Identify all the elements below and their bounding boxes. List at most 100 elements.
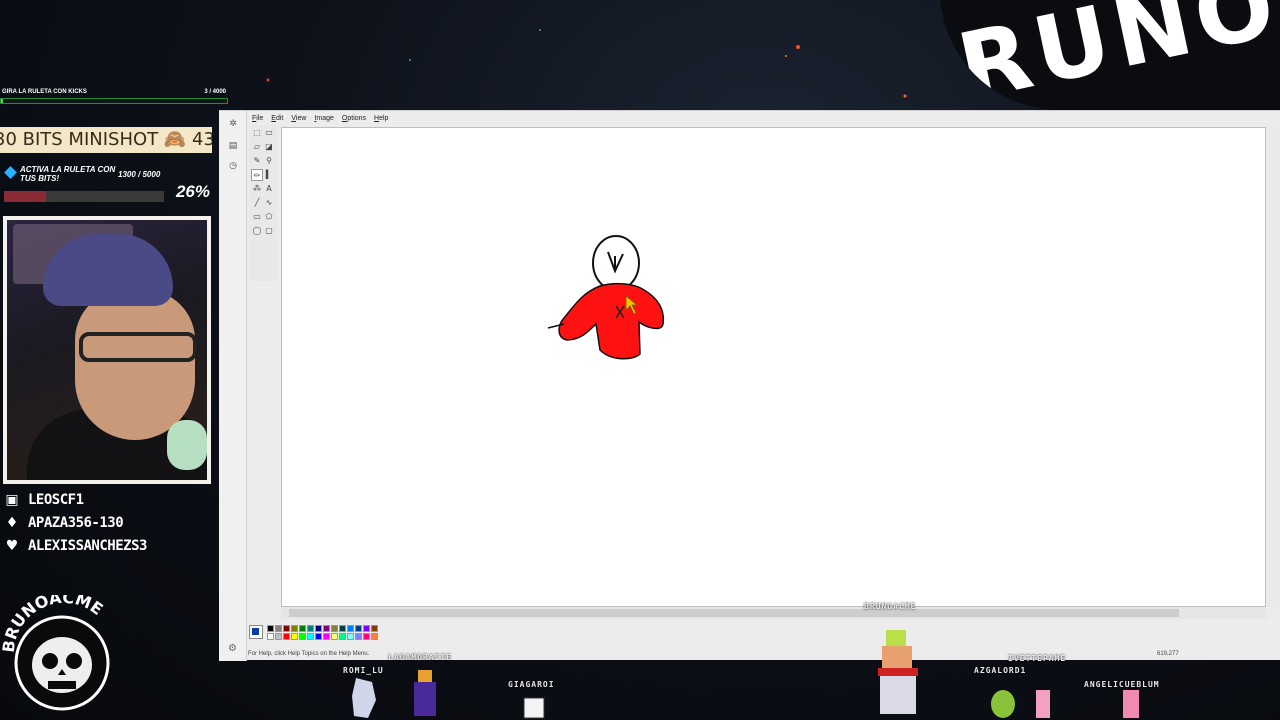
heart-icon: ♥ xyxy=(5,537,19,554)
ticker-text: 30 BITS MINISHOT 🙈 430 BITS xyxy=(0,129,212,150)
brand-banner-text: RUNO xyxy=(949,0,1280,110)
palette-swatch[interactable] xyxy=(363,625,370,632)
bits-percent: 26% xyxy=(175,182,210,201)
palette-swatch[interactable] xyxy=(283,625,290,632)
current-color-swatch xyxy=(252,628,259,635)
palette-swatch[interactable] xyxy=(371,625,378,632)
social-row-twitch: ▣ LEOSCF1 xyxy=(2,488,212,511)
pick-color-icon[interactable]: ✎ xyxy=(251,155,263,167)
vertical-scrollbar[interactable] xyxy=(1267,127,1279,607)
bits-track xyxy=(4,191,164,202)
pin-icon[interactable]: ✲ xyxy=(228,119,238,129)
palette-swatch[interactable] xyxy=(275,633,282,640)
horizontal-scrollbar[interactable] xyxy=(281,607,1266,619)
sprite-label: ROMI_LU xyxy=(343,666,384,675)
social-row-kick: ♦ APAZA356-130 xyxy=(2,511,212,534)
palette-swatch[interactable] xyxy=(299,633,306,640)
palette-swatch[interactable] xyxy=(355,633,362,640)
ellipse-icon[interactable]: ◯ xyxy=(251,225,263,237)
goal-track xyxy=(0,98,228,104)
palette-swatch[interactable] xyxy=(275,625,282,632)
save-icon[interactable]: ▤ xyxy=(228,141,238,151)
eraser-icon[interactable]: ▱ xyxy=(251,141,263,153)
menu-options[interactable]: Options xyxy=(338,113,370,125)
palette-swatch[interactable] xyxy=(307,633,314,640)
current-color[interactable] xyxy=(249,625,263,639)
scroll-thumb[interactable] xyxy=(289,609,1179,617)
webcam-feed xyxy=(7,220,207,480)
fill-icon[interactable]: ◪ xyxy=(263,141,275,153)
brush-icon[interactable]: ▍ xyxy=(263,169,275,181)
side-rail: ✲ ▤ ◷ ⚙ xyxy=(219,111,247,661)
palette-swatch[interactable] xyxy=(347,633,354,640)
palette-swatch[interactable] xyxy=(371,633,378,640)
rect-select-icon[interactable]: ▭ xyxy=(263,127,275,139)
palette-swatch[interactable] xyxy=(331,633,338,640)
palette-swatch[interactable] xyxy=(299,625,306,632)
sprite-label: IVETTEPAME xyxy=(1008,654,1067,663)
rectangle-icon[interactable]: ▭ xyxy=(251,211,263,223)
social-name: ALEXISSANCHEZS3 xyxy=(28,537,147,554)
sprite-label: AZGALORD1 xyxy=(974,666,1027,675)
palette-swatch[interactable] xyxy=(283,633,290,640)
brand-logo: BRUNOACME xyxy=(2,595,110,711)
palette-swatch[interactable] xyxy=(363,633,370,640)
pencil-icon[interactable]: ✏ xyxy=(251,169,263,181)
palette-swatch[interactable] xyxy=(267,633,274,640)
palette-swatch[interactable] xyxy=(339,625,346,632)
social-list: ▣ LEOSCF1 ♦ APAZA356-130 ♥ ALEXISSANCHEZ… xyxy=(2,488,212,557)
palette-swatch[interactable] xyxy=(323,633,330,640)
magnifier-icon[interactable]: ⚲ xyxy=(263,155,275,167)
menu-file[interactable]: File xyxy=(248,113,267,125)
polygon-icon[interactable]: ⬠ xyxy=(263,211,275,223)
kick-icon: ♦ xyxy=(5,514,19,531)
pink-sprite-2 xyxy=(1123,690,1139,718)
menu-image[interactable]: Image xyxy=(310,113,337,125)
curve-icon[interactable]: ∿ xyxy=(263,197,275,209)
palette-swatch[interactable] xyxy=(291,633,298,640)
social-name: LEOSCF1 xyxy=(28,491,84,508)
menu-bar: File Edit View Image Options Help xyxy=(248,113,392,125)
palette-swatch[interactable] xyxy=(347,625,354,632)
bits-count: 1300 / 5000 xyxy=(118,170,161,179)
streamer-cap xyxy=(43,234,173,306)
palette-swatch[interactable] xyxy=(315,633,322,640)
block-sprite xyxy=(523,697,545,719)
goal-label: GIRA LA RULETA CON KICKS xyxy=(2,89,87,95)
text-icon[interactable]: A xyxy=(263,183,275,195)
drawing-red-sweater xyxy=(558,282,665,360)
rounded-rect-icon[interactable]: ▢ xyxy=(263,225,275,237)
twitch-icon: ▣ xyxy=(5,491,19,508)
palette-swatch[interactable] xyxy=(267,625,274,632)
paint-window: ✲ ▤ ◷ ⚙ File Edit View Image Options Hel… xyxy=(219,110,1280,661)
color-palette xyxy=(249,623,389,643)
settings-gear-icon[interactable]: ⚙ xyxy=(228,643,237,654)
status-text: For Help, click Help Topics on the Help … xyxy=(248,651,370,657)
brand-banner: RUNO xyxy=(940,0,1280,110)
menu-view[interactable]: View xyxy=(287,113,310,125)
palette-swatch[interactable] xyxy=(331,625,338,632)
line-icon[interactable]: ╱ xyxy=(251,197,263,209)
pink-sprite xyxy=(1036,690,1050,718)
airbrush-icon[interactable]: ⁂ xyxy=(251,183,263,195)
green-sprite xyxy=(991,690,1015,718)
microphone xyxy=(167,420,207,470)
bits-panel: ACTIVA LA RULETA CON TUS BITS! 1300 / 50… xyxy=(0,160,212,210)
sprite-label: BRUNOACME xyxy=(864,602,917,611)
drawing-canvas[interactable] xyxy=(281,127,1266,607)
bits-title: ACTIVA LA RULETA CON TUS BITS! xyxy=(20,165,116,183)
palette-swatch[interactable] xyxy=(291,625,298,632)
fighter-sprite-purple xyxy=(414,670,436,716)
menu-edit[interactable]: Edit xyxy=(267,113,287,125)
palette-swatch[interactable] xyxy=(315,625,322,632)
history-icon[interactable]: ◷ xyxy=(228,161,238,171)
free-select-icon[interactable]: ⬚ xyxy=(251,127,263,139)
palette-swatch[interactable] xyxy=(355,625,362,632)
sprite-label: GIAGAROI xyxy=(508,680,555,689)
social-name: APAZA356-130 xyxy=(28,514,124,531)
palette-swatch[interactable] xyxy=(339,633,346,640)
palette-swatch[interactable] xyxy=(323,625,330,632)
cursor-coordinates: 619,277 xyxy=(1157,651,1179,657)
menu-help[interactable]: Help xyxy=(370,113,392,125)
palette-swatch[interactable] xyxy=(307,625,314,632)
